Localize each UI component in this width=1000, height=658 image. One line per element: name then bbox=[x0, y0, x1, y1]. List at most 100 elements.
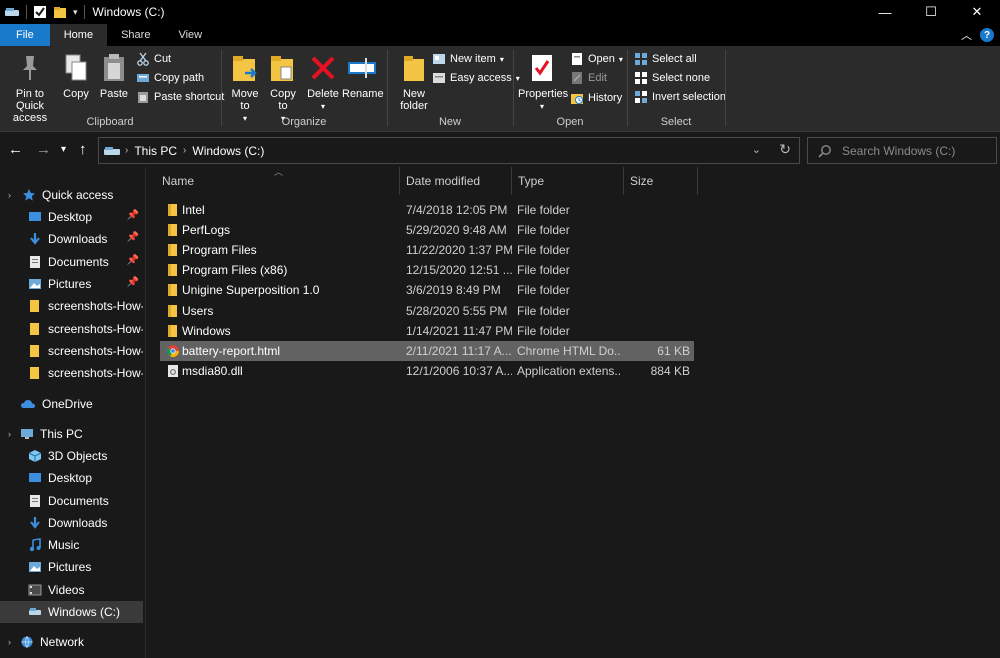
new-item-button[interactable]: New item ▾ bbox=[432, 52, 504, 66]
sidebar-item-screenshots[interactable]: screenshots-How-to bbox=[0, 340, 143, 362]
copy-button[interactable]: Copy bbox=[60, 52, 92, 100]
recent-locations-chevron-icon[interactable]: ▾ bbox=[61, 144, 66, 155]
rename-button[interactable]: Rename bbox=[342, 52, 384, 100]
tab-file[interactable]: File bbox=[0, 24, 50, 46]
file-name: Windows bbox=[182, 323, 231, 338]
delete-button[interactable]: Delete ▾ bbox=[306, 52, 340, 113]
edit-button[interactable]: Edit bbox=[570, 71, 607, 85]
tab-view[interactable]: View bbox=[164, 24, 216, 46]
sidebar-item-videos[interactable]: Videos bbox=[0, 579, 143, 601]
file-type: File folder bbox=[517, 303, 570, 318]
tab-home[interactable]: Home bbox=[49, 24, 108, 46]
column-header-type[interactable]: Type bbox=[512, 167, 624, 195]
file-name: battery-report.html bbox=[182, 343, 281, 358]
back-arrow-icon[interactable]: ← bbox=[8, 141, 23, 158]
move-to-button[interactable]: Move to ▾ bbox=[228, 52, 262, 125]
open-button[interactable]: Open ▾ bbox=[570, 52, 623, 66]
table-row[interactable]: PerfLogs 5/29/2020 9:48 AM File folder bbox=[160, 220, 694, 240]
sidebar-item-pictures[interactable]: Pictures 📌 bbox=[0, 273, 143, 295]
minimize-button[interactable]: — bbox=[862, 0, 908, 24]
close-button[interactable]: ✕ bbox=[954, 0, 1000, 24]
window-title: Windows (C:) bbox=[92, 5, 165, 19]
select-none-button[interactable]: Select none bbox=[634, 71, 710, 85]
sidebar-item-screenshots[interactable]: screenshots-How-to bbox=[0, 362, 143, 384]
title-bar: ▾ Windows (C:) — ☐ ✕ bbox=[0, 0, 1000, 24]
file-type: File folder bbox=[517, 243, 570, 258]
pinned-icon: 📌 bbox=[126, 210, 139, 221]
column-header-size[interactable]: Size bbox=[624, 167, 698, 195]
new-group: New folder New item ▾ Easy access ▾ New bbox=[388, 46, 520, 132]
search-placeholder: Search Windows (C:) bbox=[842, 143, 956, 158]
table-row[interactable]: msdia80.dll 12/1/2006 10:37 A... Applicati… bbox=[160, 361, 694, 381]
address-dropdown-icon[interactable]: ⌄ bbox=[752, 143, 761, 156]
search-input[interactable]: Search Windows (C:) bbox=[807, 137, 997, 164]
sidebar-item-3d-objects[interactable]: 3D Objects bbox=[0, 445, 143, 467]
copy-to-button[interactable]: Copy to ▾ bbox=[266, 52, 300, 125]
tab-share[interactable]: Share bbox=[107, 24, 164, 46]
breadcrumb-this-pc[interactable]: This PC bbox=[134, 144, 177, 158]
sidebar-item-windows-c[interactable]: Windows (C:) bbox=[0, 601, 143, 623]
table-row[interactable]: Intel 7/4/2018 12:05 PM File folder bbox=[160, 200, 694, 220]
properties-button[interactable]: Properties ▾ bbox=[518, 52, 568, 113]
paste-shortcut-button[interactable]: Paste shortcut bbox=[136, 90, 224, 104]
invert-selection-button[interactable]: Invert selection bbox=[634, 90, 726, 104]
documents-icon bbox=[30, 256, 40, 268]
sidebar-item-desktop[interactable]: Desktop bbox=[0, 467, 143, 489]
sidebar-item-documents[interactable]: Documents 📌 bbox=[0, 251, 143, 273]
new-folder-quick-icon[interactable] bbox=[53, 5, 67, 19]
column-header-name[interactable]: Name bbox=[156, 167, 400, 195]
copy-to-icon bbox=[271, 56, 293, 81]
file-name: Program Files bbox=[182, 243, 257, 258]
sidebar-item-screenshots[interactable]: screenshots-How-to bbox=[0, 318, 143, 340]
customize-quick-access-icon[interactable]: ▾ bbox=[73, 7, 78, 18]
table-row[interactable]: Program Files (x86) 12/15/2020 12:51 ... F… bbox=[160, 260, 694, 280]
drive-icon bbox=[104, 146, 120, 155]
new-folder-button[interactable]: New folder bbox=[394, 52, 434, 112]
sidebar-item-music[interactable]: Music bbox=[0, 534, 143, 556]
breadcrumb-chevron-icon[interactable]: › bbox=[183, 145, 186, 156]
file-name: Program Files (x86) bbox=[182, 263, 288, 278]
file-list: ︿ Name Date modified Type Size Intel 7/4/… bbox=[146, 167, 1000, 658]
table-row[interactable]: Windows 1/14/2021 11:47 PM File folder bbox=[160, 321, 694, 341]
sidebar-item-quick-access[interactable]: Quick access bbox=[0, 184, 143, 206]
folder-icon bbox=[168, 264, 177, 277]
table-row[interactable]: battery-report.html 2/11/2021 11:17 A... C… bbox=[160, 340, 694, 361]
drive-icon bbox=[29, 608, 41, 615]
collapse-ribbon-icon[interactable]: ︿ bbox=[961, 27, 972, 43]
sidebar-item-this-pc[interactable]: This PC bbox=[0, 423, 143, 445]
column-header-date-modified[interactable]: Date modified bbox=[400, 167, 512, 195]
table-row[interactable]: Users 5/28/2020 5:55 PM File folder bbox=[160, 301, 694, 321]
easy-access-button[interactable]: Easy access ▾ bbox=[432, 71, 520, 85]
forward-arrow-icon[interactable]: → bbox=[36, 141, 51, 158]
history-button[interactable]: History bbox=[570, 91, 622, 105]
sidebar-item-network[interactable]: Network bbox=[0, 631, 143, 653]
properties-quick-icon[interactable] bbox=[33, 5, 47, 19]
new-item-icon bbox=[433, 54, 445, 64]
breadcrumb-windows-c[interactable]: Windows (C:) bbox=[192, 144, 264, 158]
address-bar[interactable]: › This PC › Windows (C:) ⌄ ↻ bbox=[98, 137, 800, 164]
sidebar-item-onedrive[interactable]: OneDrive bbox=[0, 393, 143, 415]
file-date-modified: 5/28/2020 5:55 PM bbox=[406, 303, 508, 318]
breadcrumb-chevron-icon[interactable]: › bbox=[125, 145, 128, 156]
sidebar-item-downloads[interactable]: Downloads 📌 bbox=[0, 228, 143, 250]
refresh-icon[interactable]: ↻ bbox=[779, 141, 791, 158]
sidebar-item-desktop[interactable]: Desktop 📌 bbox=[0, 206, 143, 228]
file-type: Chrome HTML Do... bbox=[517, 343, 621, 358]
desktop-icon bbox=[29, 473, 41, 482]
table-row[interactable]: Unigine Superposition 1.0 3/6/2019 8:49 P… bbox=[160, 280, 694, 300]
up-arrow-icon[interactable]: ↑ bbox=[79, 141, 87, 158]
cut-button[interactable]: Cut bbox=[136, 52, 171, 66]
sidebar-item-pictures[interactable]: Pictures bbox=[0, 556, 143, 578]
delete-x-icon bbox=[311, 56, 335, 80]
sidebar-item-downloads[interactable]: Downloads bbox=[0, 512, 143, 534]
table-row[interactable]: Program Files 11/22/2020 1:37 PM File fold… bbox=[160, 240, 694, 260]
sidebar-item-documents[interactable]: Documents bbox=[0, 490, 143, 512]
pin-quick-access-button[interactable]: Pin to Quick access bbox=[2, 52, 58, 124]
maximize-button[interactable]: ☐ bbox=[908, 0, 954, 24]
select-all-button[interactable]: Select all bbox=[634, 52, 697, 66]
file-type: Application extens... bbox=[517, 363, 621, 378]
paste-button[interactable]: Paste bbox=[98, 52, 130, 100]
sidebar-item-screenshots[interactable]: screenshots-How-to bbox=[0, 295, 143, 317]
help-icon[interactable]: ? bbox=[980, 28, 994, 42]
copy-path-button[interactable]: Copy path bbox=[136, 71, 204, 85]
